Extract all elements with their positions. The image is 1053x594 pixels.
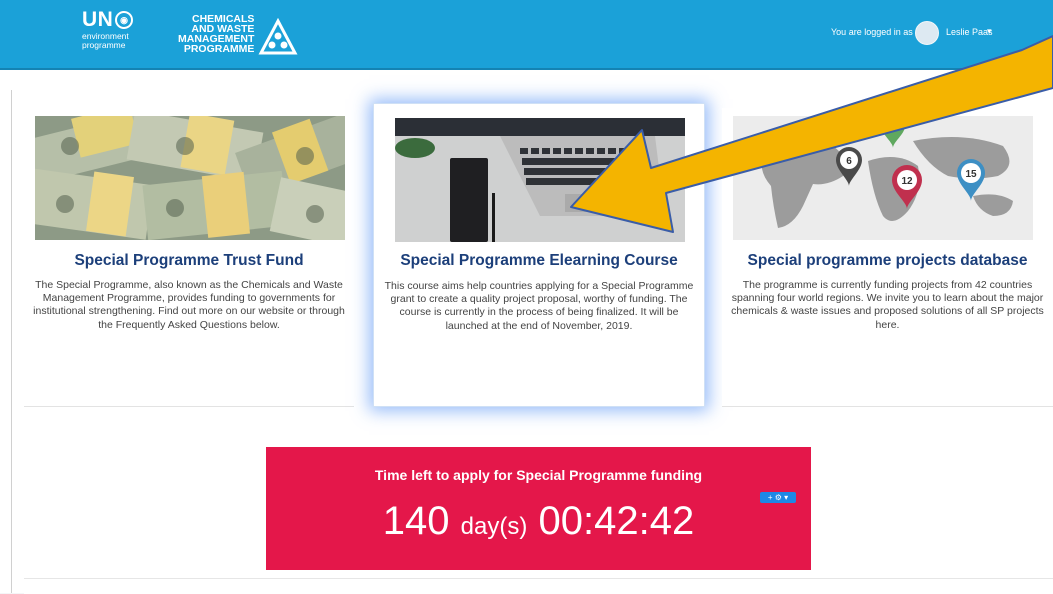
map-marker[interactable]: 12 [892,165,922,209]
widget-settings-toolbar[interactable]: + ⚙ ▾ [760,492,796,503]
top-navbar: UN ◉ environment programme CHEMICALS AND … [0,0,1053,70]
chemicals-waste-programme-logo[interactable]: CHEMICALS AND WASTE MANAGEMENT PROGRAMME [178,14,254,55]
next-section-edge [24,578,1053,594]
programme-triangle-icon [258,18,298,55]
countdown-clock: 00:42:42 [538,499,695,543]
card-title[interactable]: Special Programme Trust Fund [24,252,354,270]
svg-text:6: 6 [846,156,852,167]
countdown-days-unit: day(s) [460,513,528,540]
world-map-image: 6 12 15 [733,116,1033,240]
content-border [11,90,12,593]
chevron-down-icon[interactable]: ▾ [987,26,992,37]
map-marker[interactable] [881,116,905,148]
money-stack-image [35,116,345,240]
map-marker[interactable]: 6 [836,147,862,186]
un-emblem-icon: ◉ [115,11,134,30]
un-environment-logo[interactable]: UN ◉ environment programme [82,8,134,49]
map-marker[interactable]: 15 [957,159,985,201]
card-description: The Special Programme, also known as the… [33,279,345,331]
countdown-timer: 140 day(s) 00:42:42 [266,499,811,544]
logged-in-label: You are logged in as [831,27,913,37]
user-menu[interactable]: You are logged in as Leslie Paas ▾ [793,0,1053,68]
countdown-label: Time left to apply for Special Programme… [374,467,703,483]
card-description: This course aims help countries applying… [384,280,694,332]
user-avatar[interactable] [915,21,939,45]
card-title[interactable]: Special programme projects database [722,252,1053,270]
page: UN ◉ environment programme CHEMICALS AND … [0,0,1053,594]
funding-countdown-banner: Time left to apply for Special Programme… [266,447,811,570]
svg-text:12: 12 [901,176,913,187]
user-name[interactable]: Leslie Paas [946,27,993,37]
elearning-course-card[interactable]: Special Programme Elearning Course This … [373,103,705,407]
card-title[interactable]: Special Programme Elearning Course [374,252,704,270]
card-description: The programme is currently funding proje… [731,279,1044,331]
laptop-desk-image [395,118,685,242]
projects-database-card[interactable]: 6 12 15 Special programme projects datab… [722,108,1053,407]
svg-text:15: 15 [965,169,977,180]
countdown-days: 140 [382,499,450,543]
trust-fund-card[interactable]: Special Programme Trust Fund The Special… [24,108,354,407]
